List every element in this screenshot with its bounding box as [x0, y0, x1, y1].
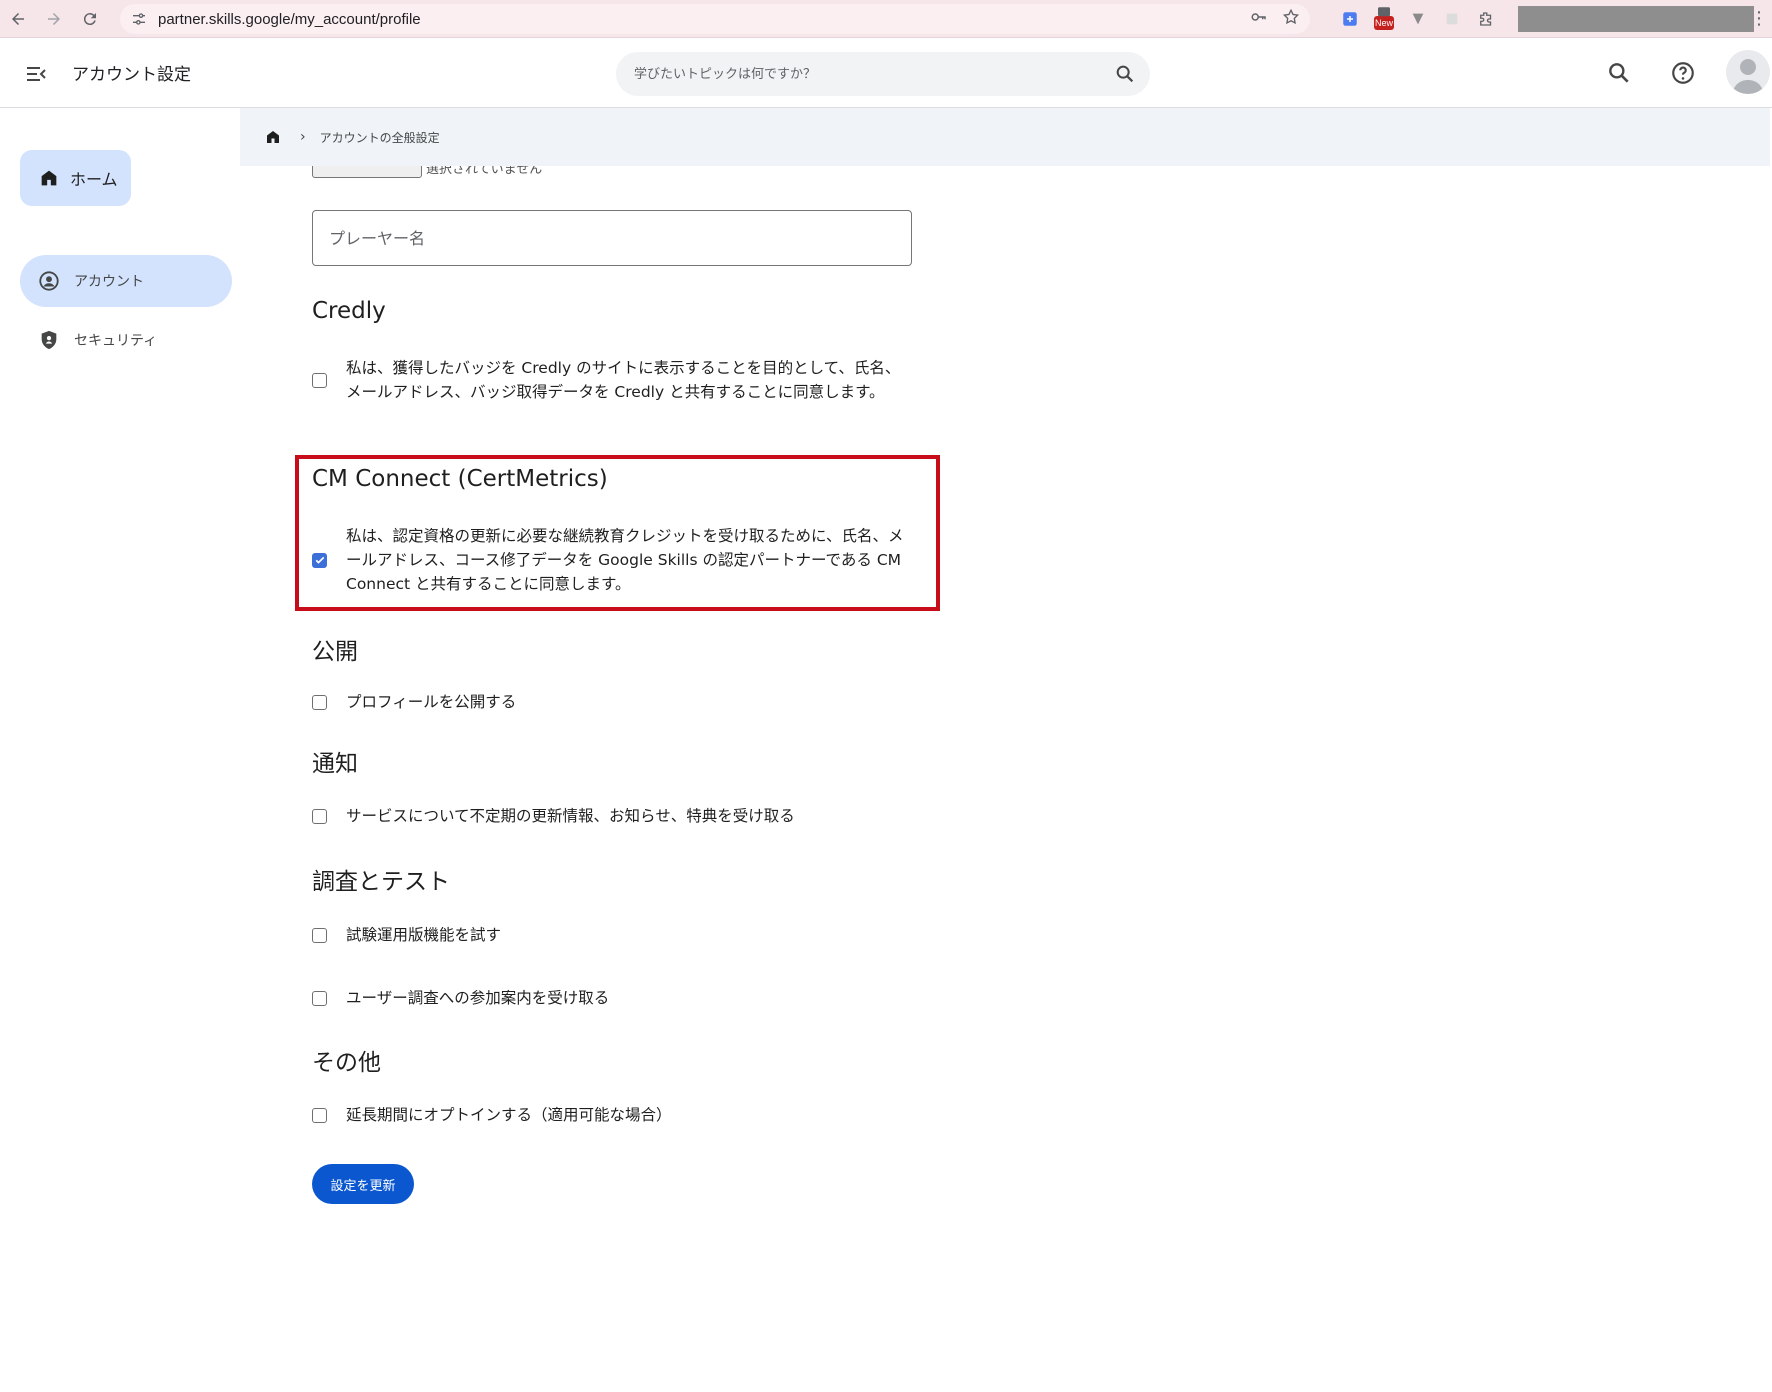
sidebar-item-label: セキュリティ: [74, 333, 158, 349]
back-button[interactable]: [0, 0, 36, 38]
notifications-label: サービスについて不定期の更新情報、お知らせ、特典を受け取る: [346, 807, 795, 825]
user-research-checkbox[interactable]: [312, 990, 327, 1006]
section-title-research: 調査とテスト: [312, 869, 450, 895]
extension-blank-icon[interactable]: [1442, 9, 1462, 29]
key-icon[interactable]: [1250, 8, 1268, 30]
user-research-label: ユーザー調査への参加案内を受け取る: [346, 989, 610, 1007]
player-name-input[interactable]: [312, 210, 912, 266]
user-research-row: ユーザー調査への参加案内を受け取る: [312, 986, 609, 1010]
experimental-features-checkbox[interactable]: [312, 927, 327, 943]
extension-v-icon[interactable]: [1408, 9, 1428, 29]
check-icon: [315, 556, 324, 564]
public-profile-checkbox[interactable]: [312, 694, 327, 710]
cm-connect-consent-text: 私は、認定資格の更新に必要な継続教育クレジットを受け取るために、氏名、メールアド…: [346, 527, 904, 593]
experimental-features-row: 試験運用版機能を試す: [312, 923, 501, 947]
public-profile-row: プロフィールを公開する: [312, 690, 516, 714]
section-title-other: その他: [312, 1050, 381, 1076]
home-icon: [38, 167, 60, 189]
home-icon[interactable]: [264, 128, 282, 146]
section-title-notifications: 通知: [312, 751, 358, 777]
cm-connect-consent-checkbox[interactable]: [312, 552, 327, 568]
shield-icon: [38, 329, 60, 351]
site-info-icon[interactable]: [124, 4, 154, 34]
grace-period-row: 延長期間にオプトインする（適用可能な場合）: [312, 1103, 672, 1127]
section-title-credly: Credly: [312, 298, 386, 324]
extension-new-icon[interactable]: New: [1374, 7, 1394, 30]
forward-button[interactable]: [36, 0, 72, 38]
experimental-features-label: 試験運用版機能を試す: [346, 926, 502, 944]
extension-g-icon[interactable]: [1340, 9, 1360, 29]
search-icon[interactable]: [1114, 63, 1136, 85]
help-icon[interactable]: [1670, 60, 1696, 86]
person-icon: [1732, 59, 1764, 94]
star-icon[interactable]: [1282, 8, 1300, 30]
cm-connect-consent-row: 私は、認定資格の更新に必要な継続教育クレジットを受け取るために、氏名、メールアド…: [312, 524, 906, 596]
app-header: アカウント設定: [0, 38, 1772, 108]
browser-menu-icon[interactable]: ⋮: [1750, 8, 1768, 29]
chevron-right-icon: ›: [300, 129, 306, 145]
notifications-row: サービスについて不定期の更新情報、お知らせ、特典を受け取る: [312, 804, 795, 828]
account-circle-icon: [38, 270, 60, 292]
search-input[interactable]: [634, 66, 1094, 82]
browser-toolbar: partner.skills.google/my_account/profile…: [0, 0, 1772, 38]
reload-icon: [83, 12, 96, 25]
grace-period-label: 延長期間にオプトインする（適用可能な場合）: [346, 1106, 672, 1124]
arrow-right-icon: [48, 12, 60, 25]
address-bar[interactable]: partner.skills.google/my_account/profile: [120, 4, 1310, 34]
notifications-checkbox[interactable]: [312, 808, 327, 824]
page-title: アカウント設定: [72, 65, 191, 85]
credly-consent-text: 私は、獲得したバッジを Credly のサイトに表示することを目的として、氏名、…: [346, 359, 901, 401]
section-title-public: 公開: [312, 639, 358, 665]
grace-period-checkbox[interactable]: [312, 1107, 327, 1123]
redacted-profile-area: [1518, 6, 1754, 32]
credly-consent-checkbox[interactable]: [312, 372, 327, 388]
avatar[interactable]: [1726, 50, 1770, 94]
settings-form: 選択されていません Credly 私は、獲得したバッジを Credly のサイト…: [240, 152, 1770, 1392]
sidebar: ホーム アカウント セキュリティ: [0, 108, 240, 1392]
search-bar[interactable]: [616, 52, 1150, 96]
sidebar-item-security[interactable]: セキュリティ: [20, 314, 232, 366]
public-profile-label: プロフィールを公開する: [346, 693, 517, 711]
section-title-cm-connect: CM Connect (CertMetrics): [312, 466, 608, 492]
breadcrumb: › アカウントの全般設定: [240, 108, 1770, 166]
url-text: partner.skills.google/my_account/profile: [158, 10, 421, 28]
sidebar-item-account[interactable]: アカウント: [20, 255, 232, 307]
sidebar-item-label: アカウント: [74, 274, 144, 290]
puzzle-icon[interactable]: [1476, 9, 1496, 29]
menu-collapse-icon[interactable]: [24, 62, 48, 86]
breadcrumb-current: アカウントの全般設定: [319, 130, 440, 145]
update-settings-button[interactable]: 設定を更新: [312, 1164, 414, 1204]
reload-button[interactable]: [72, 0, 108, 38]
sidebar-item-home[interactable]: ホーム: [20, 150, 131, 206]
sidebar-item-label: ホーム: [70, 170, 118, 189]
credly-consent-row: 私は、獲得したバッジを Credly のサイトに表示することを目的として、氏名、…: [312, 356, 906, 404]
header-search-icon[interactable]: [1606, 60, 1632, 86]
arrow-left-icon: [12, 12, 24, 25]
